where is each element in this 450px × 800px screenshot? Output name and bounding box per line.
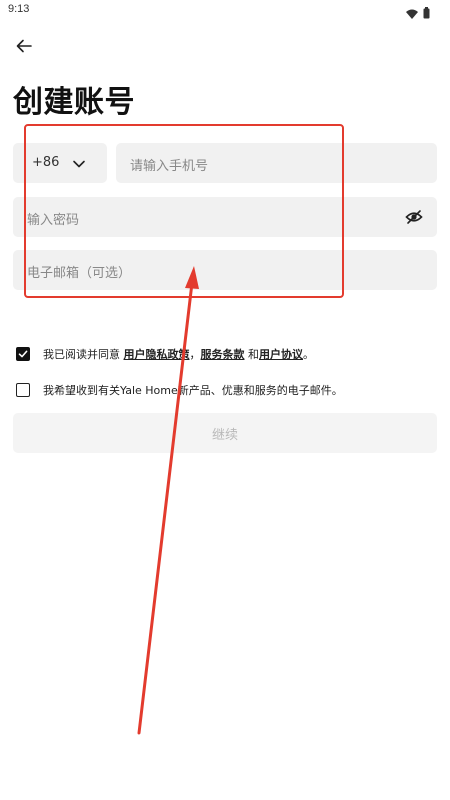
privacy-policy-link[interactable]: 用户隐私政策 xyxy=(124,348,190,361)
email-input[interactable]: 电子邮箱（可选） xyxy=(13,250,437,290)
marketing-checkbox[interactable] xyxy=(16,383,30,397)
marketing-text: 我希望收到有关Yale Home新产品、优惠和服务的电子邮件。 xyxy=(43,384,343,397)
terms-text: 我已阅读并同意 用户隐私政策，服务条款 和用户协议。 xyxy=(43,346,314,362)
terms-of-service-link[interactable]: 服务条款 xyxy=(201,348,245,361)
terms-checkbox[interactable] xyxy=(16,347,30,361)
status-time: 9:13 xyxy=(8,3,30,15)
terms-separator-2: 和 xyxy=(244,348,259,361)
eye-off-icon[interactable] xyxy=(405,209,423,225)
create-account-screen: 9:13 创建账号 +86 请输入手机号 输入密码 电子邮箱（可选） 我已阅读并… xyxy=(0,0,450,800)
phone-input[interactable]: 请输入手机号 xyxy=(116,143,437,183)
status-icons xyxy=(406,4,430,23)
user-agreement-link[interactable]: 用户协议 xyxy=(259,348,303,361)
back-button[interactable] xyxy=(12,35,36,59)
arrow-left-icon xyxy=(16,38,32,57)
terms-suffix: 。 xyxy=(303,348,314,361)
country-code-value: +86 xyxy=(32,155,60,170)
country-code-select[interactable]: +86 xyxy=(13,143,107,183)
chevron-down-icon xyxy=(72,156,86,170)
email-placeholder: 电子邮箱（可选） xyxy=(27,266,132,281)
terms-separator-1: ， xyxy=(189,348,201,361)
battery-icon xyxy=(423,4,430,23)
phone-placeholder: 请输入手机号 xyxy=(130,159,209,174)
continue-button[interactable]: 继续 xyxy=(13,413,437,453)
status-bar: 9:13 xyxy=(0,0,450,22)
terms-prefix: 我已阅读并同意 xyxy=(43,348,124,361)
password-input[interactable]: 输入密码 xyxy=(13,197,437,237)
password-placeholder: 输入密码 xyxy=(27,213,80,228)
terms-agreement-row: 我已阅读并同意 用户隐私政策，服务条款 和用户协议。 xyxy=(16,346,314,362)
wifi-icon xyxy=(406,4,418,23)
marketing-opt-in-row: 我希望收到有关Yale Home新产品、优惠和服务的电子邮件。 xyxy=(16,382,343,398)
page-title: 创建账号 xyxy=(13,85,135,120)
